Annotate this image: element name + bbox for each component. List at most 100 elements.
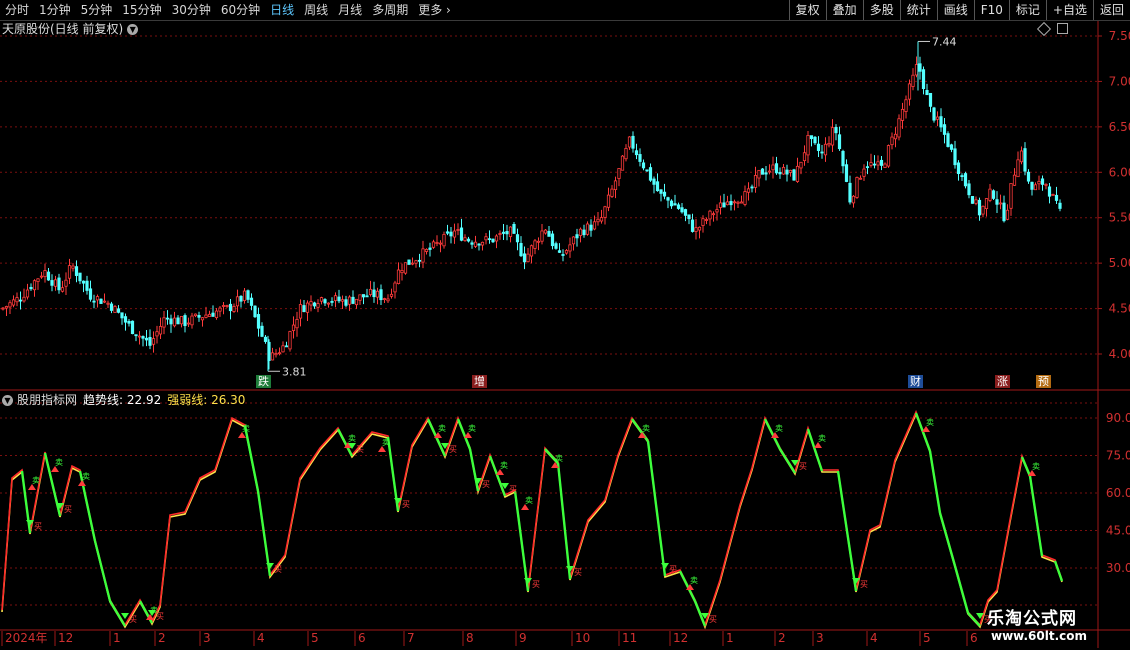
candle-body <box>242 290 247 301</box>
sell-signal-label: 卖 <box>500 461 508 470</box>
candle-body <box>78 272 82 282</box>
falling-segment <box>1053 560 1064 582</box>
candle-body <box>921 69 926 90</box>
candle-body <box>946 133 950 147</box>
candle-body <box>354 298 359 306</box>
candle-body <box>753 175 758 188</box>
candle-body <box>491 238 495 243</box>
candle-body <box>221 305 226 307</box>
event-marker-3[interactable]: 涨 <box>995 375 1010 388</box>
indicator-tick-label: 75.00 <box>1106 449 1130 463</box>
chevron-down-icon[interactable]: ▼ <box>2 395 13 406</box>
buy-signal-label: 买 <box>64 505 72 514</box>
candle-body <box>232 306 236 312</box>
candle-body <box>379 289 383 301</box>
indicator-title: ▼ 股朋指标网 趋势线: 22.92 强弱线: 26.30 <box>2 392 245 408</box>
buy-arrow <box>524 578 532 584</box>
candle-body <box>11 299 16 306</box>
candle-body <box>197 315 201 318</box>
candle-body <box>809 135 814 140</box>
candle-body <box>109 303 114 311</box>
candle-body <box>771 164 775 171</box>
candle-body <box>372 289 376 298</box>
time-axis-label: 12 <box>58 631 73 645</box>
candle-body <box>99 298 103 304</box>
candle-body <box>764 172 768 175</box>
candle-body <box>676 204 681 209</box>
candle-body <box>617 168 621 179</box>
candle-body <box>613 180 618 191</box>
event-marker-2[interactable]: 财 <box>908 375 923 388</box>
event-marker-1[interactable]: 增 <box>472 375 487 388</box>
candle-body <box>365 295 369 298</box>
candle-body <box>393 282 397 293</box>
candle-body <box>641 162 646 169</box>
candle-body <box>4 306 9 309</box>
buy-arrow <box>266 563 274 569</box>
candle-body <box>554 243 558 249</box>
candle-body <box>67 265 72 279</box>
candle-body <box>235 296 240 307</box>
candle-body <box>515 234 520 243</box>
candle-body <box>634 150 639 156</box>
candle-body <box>291 324 296 331</box>
candle-body <box>344 299 348 306</box>
candle-body <box>228 303 233 312</box>
candle-body <box>998 202 1003 205</box>
time-axis-label: 2 <box>778 631 786 645</box>
event-marker-4[interactable]: 预 <box>1036 375 1051 388</box>
candle-body <box>974 199 978 204</box>
candle-body <box>778 172 782 175</box>
sell-signal-label: 卖 <box>55 458 63 467</box>
candle-body <box>897 118 901 138</box>
candle-body <box>820 151 824 154</box>
candle-body <box>29 286 33 290</box>
candle-body <box>102 300 107 303</box>
candle-body <box>414 260 418 264</box>
buy-signal-label: 买 <box>860 580 868 589</box>
candle-body <box>64 279 68 287</box>
price-tick-label: 6.00 <box>1109 165 1130 179</box>
strong-line-value: 强弱线: 26.30 <box>167 393 246 407</box>
candle-body <box>127 321 131 324</box>
candle-body <box>200 317 205 321</box>
sell-signal-label: 卖 <box>818 434 826 443</box>
candle-body <box>711 213 716 216</box>
buy-signal-label: 买 <box>356 445 364 454</box>
candle-body <box>312 302 317 307</box>
buy-signal-label: 买 <box>709 615 717 624</box>
indicator-tick-label: 30.00 <box>1106 561 1130 575</box>
candle-body <box>725 201 730 206</box>
candle-body <box>480 241 485 246</box>
candle-body <box>988 188 992 201</box>
candle-body <box>298 304 303 319</box>
candle-body <box>1 307 5 310</box>
sell-signal-label: 卖 <box>32 476 40 485</box>
candle-body <box>15 297 19 303</box>
buy-signal-label: 买 <box>402 500 410 509</box>
candle-body <box>837 134 842 150</box>
time-axis-label: 3 <box>816 631 824 645</box>
buy-signal-label: 买 <box>274 565 282 574</box>
time-axis-label: 1 <box>726 631 734 645</box>
candle-body <box>326 302 331 305</box>
candle-body <box>911 74 915 87</box>
candle-body <box>92 300 96 303</box>
candle-body <box>382 298 387 300</box>
event-marker-0[interactable]: 跌 <box>256 375 271 388</box>
indicator-tick-label: 60.00 <box>1106 486 1130 500</box>
stock-chart-canvas[interactable]: 7.50 7.00 6.50 6.00 5.50 5.00 4.50 4.00 90.00 75.… <box>0 0 1130 650</box>
candle-body <box>631 135 635 149</box>
candle-body <box>456 229 460 231</box>
candle-body <box>39 275 44 278</box>
candle-body <box>1054 194 1059 201</box>
candle-body <box>669 200 674 207</box>
candle-body <box>666 197 670 201</box>
time-axis-label: 1 <box>113 631 121 645</box>
candle-body <box>869 162 873 166</box>
candle-body <box>323 299 327 304</box>
candle-body <box>431 241 436 248</box>
time-axis-label: 5 <box>923 631 931 645</box>
candle-body <box>981 205 985 215</box>
buy-signal-label: 买 <box>574 568 582 577</box>
